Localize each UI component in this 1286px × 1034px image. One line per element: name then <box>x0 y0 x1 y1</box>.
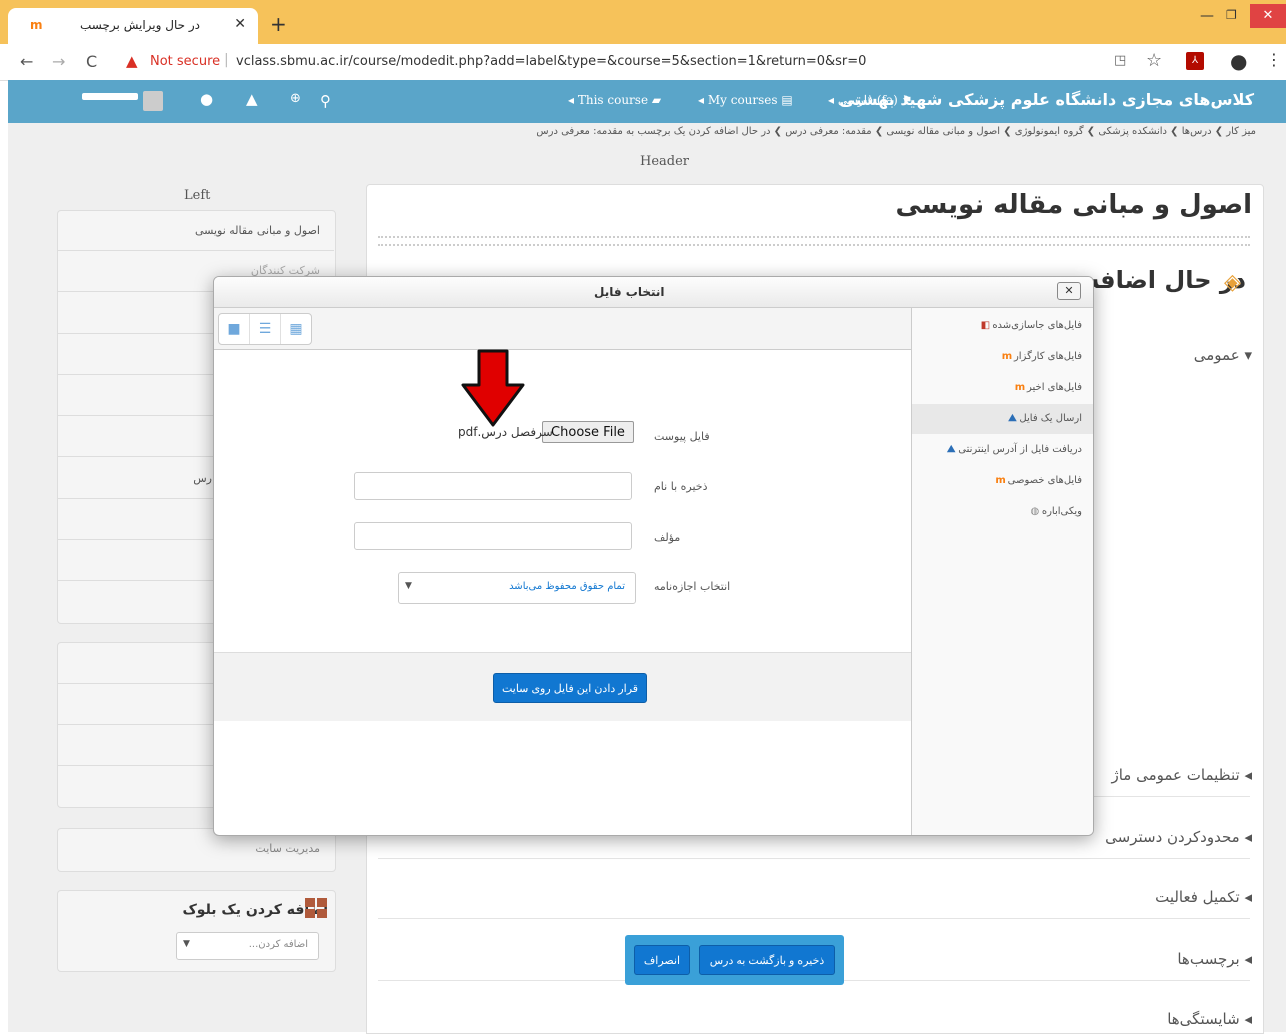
url-separator: | <box>224 52 229 68</box>
repo-label: فایل‌های جاسازی‌شده <box>992 320 1082 331</box>
repo-server-files[interactable]: فایل‌های کارگزارm <box>992 342 1082 372</box>
forward-icon[interactable]: → <box>52 52 65 71</box>
browser-tab[interactable]: m در حال ویرایش برچسب ✕ <box>8 8 258 44</box>
repo-private-files[interactable]: فایل‌های خصوصیm <box>986 466 1082 496</box>
save-as-input[interactable] <box>354 472 632 500</box>
security-status[interactable]: Not secure <box>150 54 220 69</box>
reload-icon[interactable]: C <box>86 52 97 71</box>
avatar[interactable] <box>143 91 163 111</box>
bookmark-star-icon[interactable]: ☆ <box>1146 50 1162 71</box>
user-menu-redacted[interactable] <box>82 93 138 100</box>
language-label: فارسی ‎(fa) <box>837 93 898 107</box>
repo-label: فایل‌های خصوصی <box>1007 475 1082 486</box>
author-input[interactable] <box>354 522 632 550</box>
repo-label: فایل‌های اخیر <box>1026 382 1082 393</box>
repo-wikimedia[interactable]: ویکی‌اباره◍ <box>1020 497 1082 527</box>
flag-icon: ⚑ <box>901 93 913 107</box>
translate-icon[interactable]: ◳ <box>1114 53 1126 68</box>
attachment-icon: ◧ <box>980 320 991 331</box>
browser-tab-strip: m در حال ویرایش برچسب ✕ + — ❐ ✕ <box>0 0 1286 44</box>
close-icon[interactable]: ✕ <box>1057 282 1081 300</box>
pdf-extension-icon[interactable]: ⅄ <box>1186 52 1204 70</box>
this-course-menu[interactable]: ◂ This course ▰ <box>568 93 661 107</box>
my-courses-menu[interactable]: ◂ My courses ▤ <box>698 93 793 107</box>
url-input[interactable]: vclass.sbmu.ac.ir/course/modedit.php?add… <box>236 54 866 69</box>
repo-label: ارسال یک فایل <box>1019 413 1082 424</box>
minimize-icon[interactable]: — <box>1200 8 1214 24</box>
new-tab-icon[interactable]: + <box>270 14 287 34</box>
notification-bell-icon[interactable]: ▲ <box>246 90 258 108</box>
book-icon: ▰ <box>651 93 662 107</box>
red-arrow-annotation-icon <box>461 349 525 427</box>
url-icon: ⛰ <box>947 444 956 455</box>
view-switcher: ■ ☰ ▦ <box>218 313 312 345</box>
repo-label: فایل‌های کارگزار <box>1013 351 1082 362</box>
license-label: انتخاب اجازه‌نامه <box>654 580 731 593</box>
chevron-down-icon: ▼ <box>405 581 412 591</box>
repo-label: ویکی‌اباره <box>1041 506 1082 517</box>
tab-title: در حال ویرایش برچسب <box>80 18 200 32</box>
wiki-icon: ◍ <box>1030 506 1040 517</box>
warning-icon[interactable]: ▲ <box>126 52 138 70</box>
browser-menu-icon[interactable]: ⋮ <box>1266 50 1282 69</box>
back-icon[interactable]: ← <box>20 52 33 71</box>
list-view-icon[interactable]: ☰ <box>250 314 281 344</box>
file-picker-toolbar: ■ ☰ ▦ <box>214 308 911 350</box>
folder-view-icon[interactable]: ■ <box>219 314 250 344</box>
tab-close-icon[interactable]: ✕ <box>234 16 246 32</box>
repo-label: دریافت فایل از آدرس اینترنتی <box>958 444 1082 455</box>
moodle-icon: m <box>995 475 1006 486</box>
messages-icon[interactable]: ● <box>200 90 213 108</box>
profile-icon[interactable]: ● <box>1230 49 1247 73</box>
upload-footer: قرار دادن این فایل روی سایت <box>214 652 911 721</box>
license-value: تمام حقوق محفوظ می‌باشد <box>509 581 625 592</box>
choose-file-button[interactable]: Choose File <box>542 421 634 443</box>
language-menu[interactable]: ◂ فارسی ‎(fa) ⚑ <box>828 93 912 107</box>
author-label: مؤلف <box>654 531 681 544</box>
license-select[interactable]: تمام حقوق محفوظ می‌باشد ▼ <box>398 572 636 604</box>
save-as-label: ذخیره با نام <box>654 480 708 493</box>
dialog-title: انتخاب فایل <box>594 285 665 299</box>
address-bar: ← → C ▲ Not secure | vclass.sbmu.ac.ir/c… <box>0 44 1286 81</box>
grid-view-icon[interactable]: ▦ <box>281 314 311 344</box>
attachment-label: فایل پیوست <box>654 430 710 443</box>
my-courses-label: My courses <box>707 93 778 107</box>
repo-recent-files[interactable]: فایل‌های اخیرm <box>1005 373 1082 403</box>
repo-embedded-files[interactable]: فایل‌های جاسازی‌شده◧ <box>970 311 1082 341</box>
repo-upload-file[interactable]: ارسال یک فایل⛰ <box>912 404 1093 434</box>
moodle-favicon-icon: m <box>30 18 43 32</box>
moodle-icon: m <box>1014 382 1026 393</box>
dialog-header: انتخاب فایل ✕ <box>214 277 1093 308</box>
moodle-navbar: کلاس‌های مجازی دانشگاه علوم پزشکی شهید ب… <box>8 80 1286 123</box>
file-picker-dialog: انتخاب فایل ✕ فایل‌های جاسازی‌شده◧ فایل‌… <box>213 276 1094 836</box>
search-icon[interactable]: ⚲ <box>320 92 331 110</box>
repo-url-download[interactable]: دریافت فایل از آدرس اینترنتی⛰ <box>936 435 1082 465</box>
this-course-label: This course <box>577 93 649 107</box>
window-close-icon[interactable]: ✕ <box>1250 4 1286 28</box>
repository-list: فایل‌های جاسازی‌شده◧ فایل‌های کارگزارm ف… <box>911 308 1093 835</box>
add-circle-icon[interactable]: ⊕ <box>290 91 301 106</box>
moodle-icon: m <box>1001 351 1013 362</box>
upload-icon: ⛰ <box>1008 413 1017 424</box>
upload-file-button[interactable]: قرار دادن این فایل روی سایت <box>493 673 647 703</box>
maximize-icon[interactable]: ❐ <box>1226 8 1237 22</box>
briefcase-icon: ▤ <box>781 93 793 107</box>
